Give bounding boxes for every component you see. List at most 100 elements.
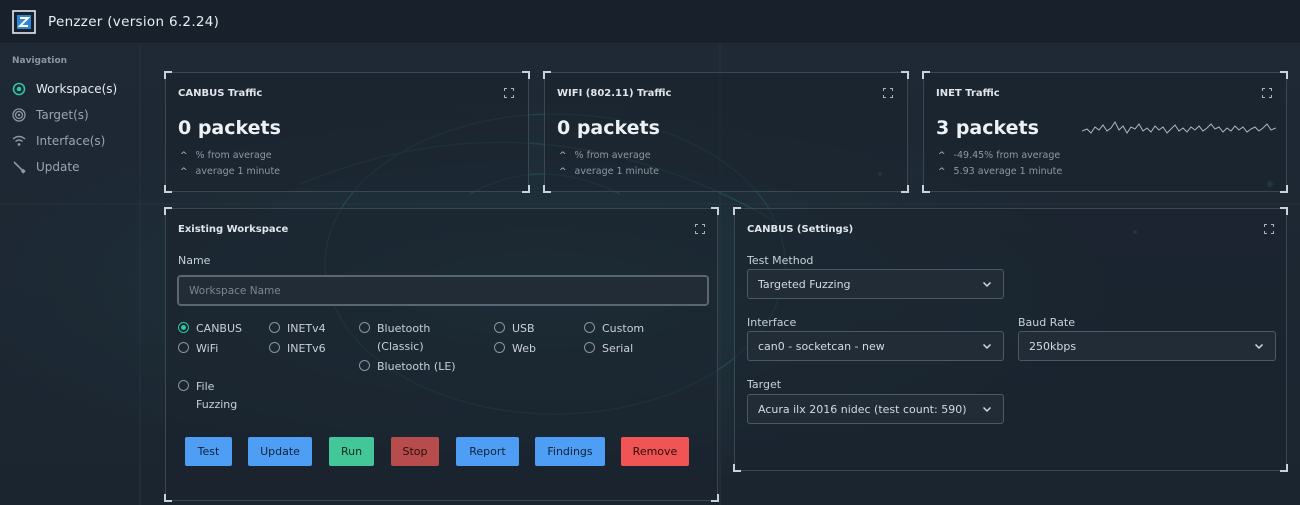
expand-icon[interactable] xyxy=(695,224,705,234)
packet-count: 3 packets xyxy=(936,117,1039,139)
radio-label: INETv6 xyxy=(287,342,326,355)
select-value: Targeted Fuzzing xyxy=(758,277,851,291)
select-value: Acura ilx 2016 nidec (test count: 590) xyxy=(758,402,967,416)
radio-inetv4[interactable]: INETv4 xyxy=(269,320,326,338)
caret-up-icon: ^ xyxy=(938,150,946,161)
caret-up-icon: ^ xyxy=(938,166,946,177)
target-select[interactable]: Acura ilx 2016 nidec (test count: 590) xyxy=(747,394,1004,424)
expand-icon[interactable] xyxy=(883,88,893,98)
radio-bluetooth-classic[interactable]: Bluetooth (Classic) xyxy=(359,320,449,356)
chevron-down-icon xyxy=(982,279,992,289)
sidebar-item-update[interactable]: Update xyxy=(0,154,150,180)
wifi-traffic-card: WIFI (802.11) Traffic 0 packets ^ % from … xyxy=(543,71,909,193)
radio-label: File Fuzzing xyxy=(196,380,238,411)
stat-from-average: ^ -49.45% from average xyxy=(938,150,1060,161)
radio-file-fuzzing[interactable]: File Fuzzing xyxy=(178,378,248,414)
test-method-label: Test Method xyxy=(747,254,814,267)
packet-count: 0 packets xyxy=(557,117,660,139)
radio-label: Web xyxy=(512,342,536,355)
baud-rate-label: Baud Rate xyxy=(1018,316,1075,329)
app-title: Penzzer (version 6.2.24) xyxy=(48,13,220,30)
radio-label: CANBUS xyxy=(196,322,243,335)
stat-average-minute: ^ average 1 minute xyxy=(559,166,659,177)
panel-title: Existing Workspace xyxy=(178,224,289,235)
radio-canbus[interactable]: CANBUS xyxy=(178,320,242,338)
sidebar-item-interfaces[interactable]: Interface(s) xyxy=(0,128,150,154)
caret-up-icon: ^ xyxy=(559,150,567,161)
radio-label: WiFi xyxy=(196,342,219,355)
radio-serial[interactable]: Serial xyxy=(584,340,633,358)
radio-bluetooth-le[interactable]: Bluetooth (LE) xyxy=(359,358,456,376)
radio-inetv6[interactable]: INETv6 xyxy=(269,340,326,358)
radio-custom[interactable]: Custom xyxy=(584,320,644,338)
select-value: can0 - socketcan - new xyxy=(758,339,885,353)
stat-from-average: ^ % from average xyxy=(180,150,272,161)
workspace-icon xyxy=(11,81,27,97)
radio-dot xyxy=(359,322,370,333)
radio-web[interactable]: Web xyxy=(494,340,536,358)
chevron-down-icon xyxy=(982,404,992,414)
test-button[interactable]: Test xyxy=(185,437,232,466)
expand-icon[interactable] xyxy=(504,88,514,98)
radio-dot xyxy=(584,342,595,353)
stat-average-minute: ^ average 1 minute xyxy=(180,166,280,177)
radio-dot xyxy=(494,342,505,353)
radio-dot xyxy=(269,342,280,353)
card-title: INET Traffic xyxy=(936,88,1000,99)
canbus-traffic-card: CANBUS Traffic 0 packets ^ % from average… xyxy=(164,71,530,193)
wrench-icon xyxy=(11,159,27,175)
radio-dot xyxy=(178,380,189,391)
panel-title: CANBUS (Settings) xyxy=(747,224,854,235)
remove-button[interactable]: Remove xyxy=(621,437,689,466)
workspace-name-input[interactable] xyxy=(177,275,709,306)
radio-label: Bluetooth (LE) xyxy=(377,360,456,373)
stat-average-minute: ^ 5.93 average 1 minute xyxy=(938,166,1062,177)
radio-dot xyxy=(178,322,189,333)
target-label: Target xyxy=(747,378,782,391)
run-button[interactable]: Run xyxy=(329,437,374,466)
radio-label: INETv4 xyxy=(287,322,326,335)
target-icon xyxy=(11,107,27,123)
stat-text: -49.45% from average xyxy=(953,150,1061,161)
sidebar-item-label: Update xyxy=(36,160,80,174)
baud-rate-select[interactable]: 250kbps xyxy=(1018,331,1276,361)
card-title: CANBUS Traffic xyxy=(178,88,263,99)
chevron-down-icon xyxy=(982,341,992,351)
sidebar-item-workspaces[interactable]: Workspace(s) xyxy=(0,76,150,102)
stat-from-average: ^ % from average xyxy=(559,150,651,161)
sidebar-item-label: Interface(s) xyxy=(36,134,106,148)
radio-usb[interactable]: USB xyxy=(494,320,535,338)
inet-traffic-card: INET Traffic 3 packets ^ -49.45% from ave… xyxy=(922,71,1288,193)
radio-wifi[interactable]: WiFi xyxy=(178,340,218,358)
stat-text: average 1 minute xyxy=(574,166,660,177)
interface-select[interactable]: can0 - socketcan - new xyxy=(747,331,1004,361)
title-bar: Penzzer (version 6.2.24) xyxy=(0,0,1300,44)
caret-up-icon: ^ xyxy=(180,150,188,161)
traffic-sparkline xyxy=(1082,121,1276,134)
radio-dot xyxy=(178,342,189,353)
report-button[interactable]: Report xyxy=(456,437,519,466)
interface-label: Interface xyxy=(747,316,797,329)
radio-dot xyxy=(359,360,370,371)
sidebar-item-targets[interactable]: Target(s) xyxy=(0,102,150,128)
expand-icon[interactable] xyxy=(1264,224,1274,234)
existing-workspace-panel: Existing Workspace Name CANBUS WiFi File… xyxy=(164,207,719,502)
packet-count: 0 packets xyxy=(178,117,281,139)
radio-dot xyxy=(494,322,505,333)
radio-dot xyxy=(269,322,280,333)
penzzer-logo xyxy=(12,9,36,34)
update-button[interactable]: Update xyxy=(248,437,312,466)
stat-text: % from average xyxy=(574,150,651,161)
radio-label: Serial xyxy=(602,342,634,355)
name-label: Name xyxy=(178,254,211,267)
test-method-select[interactable]: Targeted Fuzzing xyxy=(747,269,1004,299)
radio-label: Bluetooth (Classic) xyxy=(377,322,431,353)
sidebar-item-label: Target(s) xyxy=(36,108,89,122)
radio-label: Custom xyxy=(602,322,645,335)
expand-icon[interactable] xyxy=(1262,88,1272,98)
findings-button[interactable]: Findings xyxy=(535,437,605,466)
radio-dot xyxy=(584,322,595,333)
caret-up-icon: ^ xyxy=(559,166,567,177)
wifi-icon xyxy=(11,133,27,149)
stop-button[interactable]: Stop xyxy=(391,437,439,466)
